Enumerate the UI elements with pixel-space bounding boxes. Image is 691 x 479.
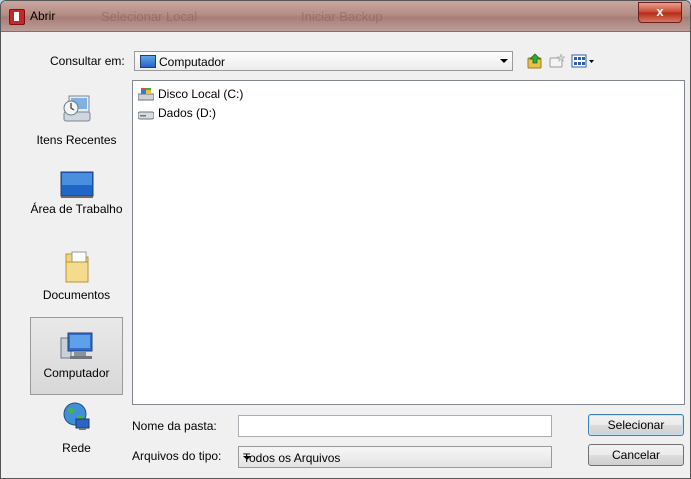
sidebar-item-network[interactable]: Rede: [30, 400, 123, 460]
file-name: Disco Local (C:): [158, 87, 244, 101]
sidebar-item-label: Itens Recentes: [36, 133, 117, 147]
app-icon: [9, 9, 25, 25]
file-type-value: Todos os Arquivos: [243, 451, 341, 465]
sidebar-item-recent[interactable]: Itens Recentes: [30, 80, 123, 158]
sidebar-item-label: Área de Trabalho: [30, 202, 123, 216]
sidebar-item-label: Rede: [62, 441, 91, 455]
desktop-icon: [60, 171, 93, 198]
file-name: Dados (D:): [158, 106, 217, 120]
up-folder-icon[interactable]: [527, 53, 543, 69]
cancel-button[interactable]: Cancelar: [588, 444, 684, 466]
title-bar[interactable]: Selecionar Local Iniciar Backup Abrir x: [1, 1, 690, 32]
folder-name-input[interactable]: [238, 415, 552, 437]
window-title: Abrir: [30, 9, 56, 23]
look-in-label: Consultar em:: [50, 54, 125, 68]
documents-folder-icon: [65, 251, 88, 283]
open-dialog: Selecionar Local Iniciar Backup Abrir x …: [0, 0, 691, 479]
view-menu-icon[interactable]: [571, 53, 595, 69]
close-button[interactable]: x: [638, 2, 682, 23]
new-folder-icon[interactable]: [549, 53, 565, 69]
chevron-down-icon: [243, 456, 251, 460]
sidebar-item-documents[interactable]: Documentos: [30, 248, 123, 310]
computer-icon: [60, 332, 92, 359]
select-button[interactable]: Selecionar: [588, 414, 684, 436]
folder-name-label: Nome da pasta:: [132, 419, 217, 433]
file-type-dropdown[interactable]: Todos os Arquivos: [238, 446, 552, 468]
places-sidebar: Itens Recentes Área de Trabalho Document…: [30, 80, 123, 466]
sidebar-item-label: Computador: [43, 366, 110, 380]
ghost-text: Selecionar Local: [101, 9, 198, 24]
sidebar-item-desktop[interactable]: Área de Trabalho: [30, 161, 123, 245]
file-type-label: Arquivos do tipo:: [132, 449, 222, 463]
network-globe-icon: [63, 402, 89, 430]
sidebar-item-label: Documentos: [42, 288, 111, 302]
sidebar-item-computer[interactable]: Computador: [30, 317, 123, 395]
chevron-down-icon: [500, 59, 508, 63]
computer-icon: [140, 55, 156, 68]
recent-items-icon: [63, 95, 90, 122]
ghost-text: Iniciar Backup: [301, 9, 383, 24]
drive-icon: [138, 111, 154, 120]
local-disk-icon: [138, 88, 154, 101]
look-in-value: Computador: [159, 55, 226, 69]
look-in-dropdown[interactable]: Computador: [134, 51, 513, 71]
file-list[interactable]: Disco Local (C:) Dados (D:): [132, 80, 685, 405]
